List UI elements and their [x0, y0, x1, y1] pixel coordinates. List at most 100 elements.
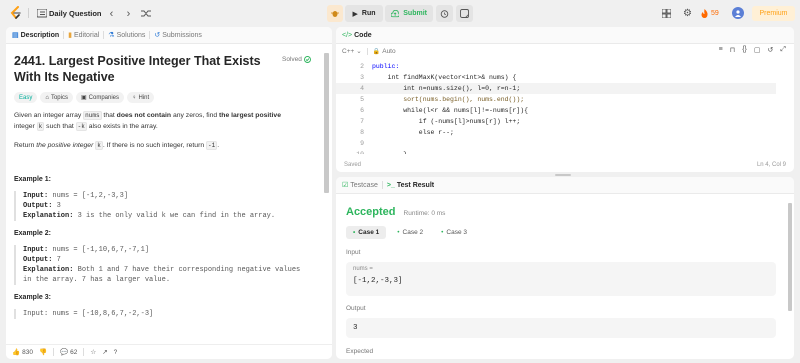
- reset-icon[interactable]: ↺: [768, 46, 774, 54]
- next-problem-icon[interactable]: ›: [122, 7, 135, 20]
- flask-icon: ⚗: [108, 32, 115, 39]
- dot-icon: •: [441, 229, 444, 236]
- braces-icon[interactable]: {}: [742, 46, 747, 54]
- result-scrollbar[interactable]: [788, 203, 792, 311]
- bold-text: the largest positive: [219, 112, 281, 119]
- case-tab[interactable]: • Case 2: [390, 226, 430, 239]
- input-label: Input: [346, 249, 361, 256]
- italic-text: the positive integer: [36, 142, 94, 149]
- premium-button[interactable]: Premium: [752, 6, 795, 21]
- output-value: 3: [56, 201, 61, 210]
- description-tabs: ▤ Description ▮ Editorial ⚗ Solutions ↺ …: [6, 27, 332, 44]
- code-text: if (-nums[l]>nums[r]) l++;: [372, 118, 521, 125]
- problem-list-label[interactable]: Daily Question: [49, 7, 102, 20]
- description-scrollbar[interactable]: [324, 53, 329, 193]
- case-tab[interactable]: • Case 3: [434, 226, 474, 239]
- tab-submissions[interactable]: ↺ Submissions: [154, 31, 202, 40]
- code-panel: </> Code C++ ⌄ 🔒 Auto ≡ ⊓ {} ▢ ↺ ⤢ 2 pub…: [336, 27, 794, 172]
- tag-chips: Easy ⌂ Topics ▣ Companies ♀ Hint: [14, 92, 320, 103]
- cloud-upload-icon: [391, 9, 400, 17]
- book-icon: ▮: [68, 32, 72, 39]
- line-number: 8: [360, 129, 364, 136]
- output-value: 7: [56, 255, 61, 264]
- explanation-value: Both 1 and 7 have their corresponding ne…: [77, 265, 301, 274]
- dislike-icon[interactable]: 👎: [39, 348, 47, 356]
- prev-problem-icon[interactable]: ‹: [105, 7, 118, 20]
- code-text: int findMaxK(vector<int>& nums) {: [372, 74, 517, 81]
- leetcode-logo[interactable]: [9, 6, 23, 20]
- star-icon[interactable]: ☆: [90, 348, 96, 356]
- input-value: nums = [-1,2,-3,3]: [52, 191, 129, 200]
- line-number: 5: [360, 96, 364, 103]
- return-statement: Return the positive integer k. If there …: [14, 141, 320, 152]
- text: .: [217, 142, 220, 149]
- settings-gear-icon[interactable]: ⚙: [681, 7, 694, 20]
- code-line: 3 int findMaxK(vector<int>& nums) {: [336, 72, 776, 83]
- shuffle-icon[interactable]: [139, 7, 152, 20]
- user-icon: [735, 10, 741, 17]
- timer-button[interactable]: [436, 5, 453, 22]
- saved-status: Saved: [344, 162, 362, 168]
- explanation-value: 3 is the only valid k we can find in the…: [77, 211, 276, 220]
- case-tabs: • Case 1 • Case 2 • Case 3: [346, 226, 776, 239]
- terminal-icon: >_: [386, 181, 395, 189]
- comments-button[interactable]: 💬 62: [60, 348, 77, 357]
- streak-count: 59: [711, 10, 719, 17]
- language-select[interactable]: C++ ⌄: [342, 47, 362, 56]
- inline-code: k: [95, 141, 103, 150]
- tab-description[interactable]: ▤ Description: [12, 31, 60, 40]
- code-brackets-icon: </>: [342, 31, 353, 39]
- share-icon[interactable]: ↗: [102, 348, 107, 356]
- hint-label: Hint: [138, 94, 150, 101]
- output-label: Output:: [23, 201, 53, 210]
- streak-counter[interactable]: 59: [701, 7, 719, 20]
- explanation-label: Explanation:: [23, 211, 74, 220]
- tab-editorial-label: Editorial: [74, 31, 100, 39]
- case-tab[interactable]: • Case 1: [346, 226, 387, 239]
- tab-testcase-label: Testcase: [350, 181, 378, 189]
- problem-list-icon[interactable]: [35, 7, 48, 20]
- companies-label: Companies: [88, 94, 120, 101]
- panel-resize-handle[interactable]: [555, 174, 571, 176]
- inline-code: -k: [75, 121, 87, 131]
- output-box: 3: [346, 318, 776, 338]
- tab-testcase[interactable]: ☑ Testcase: [342, 181, 378, 190]
- layout-icon[interactable]: [660, 7, 673, 20]
- companies-chip[interactable]: ▣ Companies: [75, 92, 125, 103]
- submit-button[interactable]: Submit: [385, 5, 433, 22]
- lightbulb-icon: ♀: [132, 94, 137, 101]
- problem-title: 2441. Largest Positive Integer That Exis…: [14, 54, 261, 84]
- autocomplete-label[interactable]: Auto: [382, 48, 395, 55]
- explanation-value: in the array. 7 has a larger value.: [23, 275, 171, 284]
- divider: [149, 31, 151, 39]
- inline-code: nums: [83, 111, 102, 120]
- input-variable: nums =: [353, 266, 373, 272]
- fullscreen-icon[interactable]: ⤢: [780, 46, 786, 54]
- bookmark-icon[interactable]: ⊓: [730, 46, 735, 54]
- debug-button[interactable]: [327, 5, 343, 22]
- line-number: 10: [336, 151, 364, 154]
- run-button[interactable]: ▶ Run: [345, 5, 383, 22]
- code-header: </> Code: [336, 27, 794, 44]
- topics-label: Topics: [50, 94, 68, 101]
- avatar[interactable]: [732, 7, 744, 19]
- notes-button[interactable]: [456, 5, 473, 22]
- code-header-label: Code: [354, 31, 372, 39]
- result-status: Accepted: [346, 206, 396, 218]
- help-icon[interactable]: ?: [114, 349, 118, 356]
- code-editor[interactable]: 2 public: 3 int findMaxK(vector<int>& nu…: [336, 61, 794, 154]
- expand-icon[interactable]: ▢: [754, 46, 761, 54]
- divider: [381, 181, 383, 189]
- text: Return: [14, 142, 37, 149]
- example-3-box: Input: nums = [-10,8,6,7,-2,-3]: [14, 308, 320, 319]
- tab-description-label: Description: [20, 31, 60, 39]
- like-button[interactable]: 👍 830: [12, 348, 33, 357]
- tab-editorial[interactable]: ▮ Editorial: [68, 31, 100, 40]
- hint-chip[interactable]: ♀ Hint: [127, 92, 155, 103]
- chevron-down-icon: ⌄: [356, 48, 362, 55]
- code-line: 8 else r--;: [336, 127, 776, 138]
- tab-test-result[interactable]: >_ Test Result: [387, 182, 434, 189]
- tab-solutions[interactable]: ⚗ Solutions: [108, 31, 145, 40]
- topics-chip[interactable]: ⌂ Topics: [40, 92, 73, 103]
- format-icon[interactable]: ≡: [719, 46, 723, 54]
